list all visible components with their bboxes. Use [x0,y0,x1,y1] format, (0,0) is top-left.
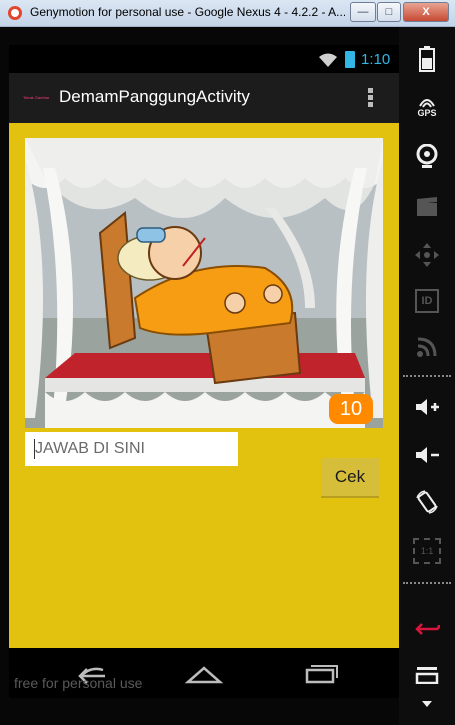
maximize-button[interactable]: □ [377,2,401,22]
minimize-button[interactable]: — [350,2,376,22]
android-back-icon[interactable] [407,609,447,649]
personal-use-watermark: free for personal use [14,675,143,691]
close-button[interactable]: X [403,2,449,22]
genymotion-side-panel: GPS ID 1:1 [399,27,455,725]
volume-down-icon[interactable] [407,435,447,475]
check-answer-button[interactable]: Cek [321,458,379,498]
pixel-scale-icon[interactable]: 1:1 [407,531,447,571]
gps-label: GPS [417,108,437,118]
score-badge: 10 [329,394,373,424]
answer-input[interactable] [25,432,238,466]
text-cursor [34,439,35,459]
genymotion-logo-icon [8,6,22,20]
rss-icon[interactable] [407,327,447,367]
battery-icon [345,51,355,68]
pixel-scale-label: 1:1 [413,538,441,564]
navigation-bar: free for personal use [9,648,399,698]
home-icon[interactable] [184,658,224,688]
android-menu-icon[interactable] [407,655,447,695]
rotate-screen-icon[interactable] [407,482,447,522]
window-title-bar[interactable]: Genymotion for personal use - Google Nex… [0,0,455,27]
action-bar: Tebak Gambar DemamPanggungActivity [9,73,399,123]
screencast-icon[interactable] [407,187,447,227]
device-id-label: ID [415,289,439,313]
panel-scroll-down-icon[interactable] [407,692,447,716]
emulator-frame: 1:10 Tebak Gambar DemamPanggungActivity [0,27,455,725]
activity-title: DemamPanggungActivity [59,87,250,106]
panel-divider [403,582,451,584]
webcam-icon[interactable] [407,137,447,177]
device-id-icon[interactable]: ID [407,281,447,321]
panel-divider [403,375,451,377]
puzzle-image [25,138,383,428]
app-icon[interactable]: Tebak Gambar [23,95,55,101]
window-title: Genymotion for personal use - Google Nex… [30,5,345,19]
volume-up-icon[interactable] [407,387,447,427]
status-bar: 1:10 [9,45,399,73]
status-clock: 1:10 [361,51,391,68]
overflow-menu-icon[interactable] [365,86,375,110]
dpad-icon[interactable] [407,235,447,275]
gps-widget-icon[interactable]: GPS [407,87,447,127]
wifi-icon [319,53,337,67]
battery-widget-icon[interactable] [407,39,447,79]
recent-apps-icon[interactable] [299,658,339,688]
game-content: 10 Cek [9,123,399,648]
